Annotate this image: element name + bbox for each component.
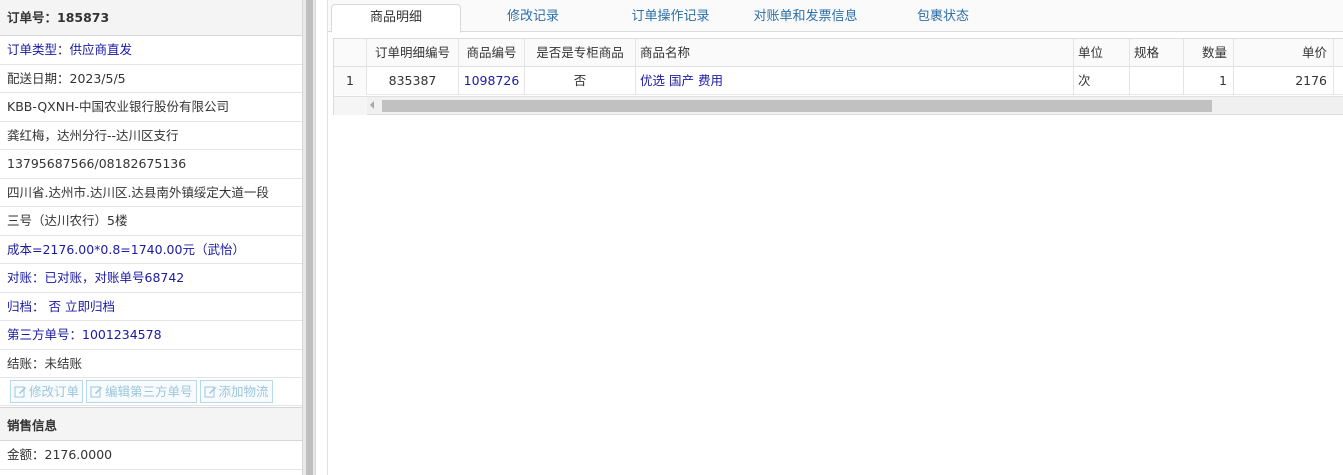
add-logistics-button[interactable]: 添加物流 [199, 380, 273, 403]
panel-splitter[interactable] [302, 0, 316, 475]
customer-company: KBB-QXNH-中国农业银行股份有限公司 [0, 93, 302, 122]
tab-modification-log[interactable]: 修改记录 [473, 4, 593, 32]
cell-product-name-link[interactable]: 优选 国产 费用 [636, 67, 1074, 95]
edit-third-party-no-label: 编辑第三方单号 [105, 384, 193, 399]
table-row[interactable]: 1 835387 1098726 否 优选 国产 费用 次 1 2176 [334, 67, 1343, 95]
sales-info-header: 销售信息 [0, 407, 302, 441]
col-product-name[interactable]: 商品名称 [636, 39, 1074, 67]
row-number: 1 [334, 67, 367, 95]
edit-icon [14, 385, 27, 398]
delivery-date: 配送日期：2023/5/5 [0, 65, 302, 93]
tab-package-status[interactable]: 包裹状态 [888, 4, 998, 32]
tab-statement-invoice[interactable]: 对账单和发票信息 [738, 4, 873, 32]
settlement-status: 结账：未结账 [0, 350, 302, 378]
col-unit[interactable]: 单位 [1074, 39, 1130, 67]
col-product-no[interactable]: 商品编号 [459, 39, 525, 67]
order-number: 订单号：185873 [0, 0, 302, 36]
scrollbar-corner [334, 97, 367, 115]
third-party-order-no[interactable]: 第三方单号：1001234578 [0, 321, 302, 350]
contact-branch: 龚红梅，达州分行--达川区支行 [0, 122, 302, 150]
detail-panel: 商品明细 修改记录 订单操作记录 对账单和发票信息 包裹状态 订单明细编号 商品… [328, 0, 1343, 475]
detail-tabs: 商品明细 修改记录 订单操作记录 对账单和发票信息 包裹状态 [328, 0, 1343, 33]
edit-third-party-no-button[interactable]: 编辑第三方单号 [86, 380, 197, 403]
reconciliation-info[interactable]: 对账：已对账，对账单号68742 [0, 264, 302, 293]
grid-header-row: 订单明细编号 商品编号 是否是专柜商品 商品名称 单位 规格 数量 单价 [334, 39, 1343, 67]
address-line-1: 四川省.达州市.达川区.达县南外镇绥定大道一段 [0, 179, 302, 207]
address-line-2: 三号（达川农行）5楼 [0, 207, 302, 236]
col-detail-no[interactable]: 订单明细编号 [367, 39, 459, 67]
cell-unit-price: 2176 [1234, 67, 1334, 95]
edit-icon [204, 385, 217, 398]
edit-order-label: 修改订单 [29, 384, 80, 399]
cost-info[interactable]: 成本=2176.00*0.8=1740.00元（武怡） [0, 236, 302, 264]
cell-product-no-link[interactable]: 1098726 [459, 67, 525, 95]
grid-horizontal-scrollbar[interactable] [334, 96, 1343, 115]
cell-quantity: 1 [1184, 67, 1234, 95]
col-spec[interactable]: 规格 [1130, 39, 1184, 67]
order-type: 订单类型：供应商直发 [0, 36, 302, 65]
panel-gap [316, 0, 328, 475]
add-logistics-label: 添加物流 [218, 384, 269, 399]
archive-info[interactable]: 归档： 否 立即归档 [0, 293, 302, 321]
col-rownum [334, 39, 367, 67]
contact-phone: 13795687566/08182675136 [0, 150, 302, 179]
col-unit-price[interactable]: 单价 [1234, 39, 1334, 67]
order-info-panel: 订单号：185873 订单类型：供应商直发 配送日期：2023/5/5 KBB-… [0, 0, 302, 475]
col-counter-product[interactable]: 是否是专柜商品 [525, 39, 636, 67]
scrollbar-thumb[interactable] [382, 100, 1212, 112]
sales-amount: 金额：2176.0000 [0, 441, 302, 470]
tab-order-operation-log[interactable]: 订单操作记录 [608, 4, 733, 32]
order-action-buttons: 修改订单 编辑第三方单号 添加物流 [0, 378, 302, 406]
scroll-left-icon[interactable] [370, 101, 374, 109]
edit-icon [90, 385, 103, 398]
cell-counter-product: 否 [525, 67, 636, 95]
cell-unit: 次 [1074, 67, 1130, 95]
product-grid: 订单明细编号 商品编号 是否是专柜商品 商品名称 单位 规格 数量 单价 1 8… [333, 38, 1343, 115]
cell-detail-no: 835387 [367, 67, 459, 95]
col-quantity[interactable]: 数量 [1184, 39, 1234, 67]
left-panel-scrollbar[interactable] [306, 0, 313, 475]
edit-order-button[interactable]: 修改订单 [10, 380, 84, 403]
cell-spec [1130, 67, 1184, 95]
tab-product-details[interactable]: 商品明细 [331, 4, 461, 33]
